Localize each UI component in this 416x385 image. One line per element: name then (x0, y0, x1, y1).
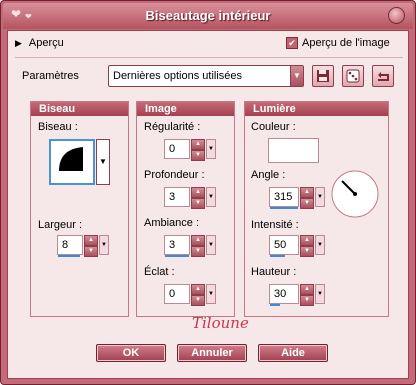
preview-toggle[interactable]: ▶ Aperçu (15, 35, 64, 51)
angle-value: 315 (274, 191, 293, 203)
width-field[interactable]: 8 (57, 235, 83, 257)
smoothness-dropdown[interactable]: ▼ (206, 139, 216, 159)
presets-value: Dernières options utilisées (113, 70, 243, 82)
width-dropdown[interactable]: ▼ (99, 235, 109, 255)
shininess-dropdown[interactable]: ▼ (206, 284, 216, 304)
light-color-label: Couleur : (251, 121, 296, 133)
floppy-disk-icon (317, 70, 329, 82)
dialog-window: ❤ ❤ Biseautage intérieur ▶ Aperçu ✔ Aper… (0, 0, 416, 385)
checkbox-checked-icon[interactable]: ✔ (286, 37, 298, 49)
divider (15, 57, 403, 58)
depth-dropdown[interactable]: ▼ (206, 187, 216, 207)
smoothness-updown[interactable]: ▲ ▼ (191, 139, 205, 161)
shininess-updown[interactable]: ▲ ▼ (191, 284, 205, 306)
width-level-bar (58, 255, 80, 257)
intensity-label: Intensité : (251, 219, 299, 231)
chevron-down-icon[interactable]: ▼ (290, 66, 303, 86)
help-button[interactable]: Aide (258, 344, 328, 362)
bevel-group: Biseau (30, 101, 129, 317)
presets-label: Paramètres (22, 70, 79, 82)
smoothness-field[interactable]: 0 (164, 139, 190, 159)
signature-watermark: Tiloune (192, 314, 249, 332)
smoothness-spinner[interactable]: 0 ▲ ▼ ▼ (164, 139, 216, 161)
window-title: Biseautage intérieur (145, 8, 271, 23)
bevel-group-heading: Biseau (31, 102, 128, 116)
ok-button[interactable]: OK (96, 344, 166, 362)
expand-arrow-icon[interactable]: ▶ (15, 38, 22, 49)
elevation-updown[interactable]: ▲ ▼ (300, 284, 314, 306)
title-bar[interactable]: ❤ ❤ Biseautage intérieur (3, 3, 413, 29)
bevel-label: Biseau : (38, 121, 78, 133)
randomize-button[interactable] (342, 65, 364, 87)
ambience-field[interactable]: 3 (164, 235, 190, 257)
smoothness-label: Régularité : (144, 121, 201, 133)
bevel-dropdown-arrow[interactable]: ▼ (96, 139, 110, 185)
image-group-heading: Image (137, 102, 234, 116)
ambience-spinner[interactable]: 3 ▲ ▼ ▼ (164, 235, 216, 257)
intensity-value: 50 (274, 239, 287, 251)
ambience-updown[interactable]: ▲ ▼ (191, 235, 205, 257)
light-group-heading: Lumière (245, 102, 388, 116)
angle-label: Angle : (251, 169, 286, 181)
shininess-value: 0 (169, 288, 176, 300)
bevel-shape-icon (59, 147, 83, 171)
angle-spinner[interactable]: 315 ▲ ▼ ▼ (269, 187, 325, 209)
depth-value: 3 (169, 191, 176, 203)
ambience-value: 3 (169, 239, 176, 251)
ambience-dropdown[interactable]: ▼ (206, 235, 216, 255)
width-spinner[interactable]: 8 ▲ ▼ ▼ (57, 235, 109, 257)
ambience-level-bar (165, 255, 189, 257)
bevel-shape-picker[interactable] (49, 139, 95, 185)
shininess-field[interactable]: 0 (164, 284, 190, 304)
width-updown[interactable]: ▲ ▼ (84, 235, 98, 257)
elevation-spinner[interactable]: 30 ▲ ▼ ▼ (269, 284, 325, 306)
intensity-level-bar (270, 255, 285, 257)
elevation-level-bar (270, 304, 280, 306)
close-button[interactable] (388, 7, 405, 24)
smoothness-value: 0 (169, 143, 176, 155)
elevation-field[interactable]: 30 (269, 284, 299, 306)
reset-arrow-icon (378, 72, 389, 81)
depth-updown[interactable]: ▲ ▼ (191, 187, 205, 209)
show-image-checkbox[interactable]: ✔ Aperçu de l'image (286, 35, 390, 51)
angle-updown[interactable]: ▲ ▼ (300, 187, 314, 209)
depth-field[interactable]: 3 (164, 187, 190, 207)
intensity-field[interactable]: 50 (269, 235, 299, 257)
reset-button[interactable] (372, 65, 394, 87)
elevation-dropdown[interactable]: ▼ (315, 284, 325, 304)
shininess-spinner[interactable]: 0 ▲ ▼ ▼ (164, 284, 216, 306)
angle-dial[interactable] (330, 169, 380, 219)
angle-dial-icon (331, 170, 379, 218)
ambience-label: Ambiance : (144, 217, 200, 229)
angle-field[interactable]: 315 (269, 187, 299, 209)
depth-spinner[interactable]: 3 ▲ ▼ ▼ (164, 187, 216, 209)
presets-select[interactable]: Dernières options utilisées ▼ (108, 65, 304, 87)
intensity-spinner[interactable]: 50 ▲ ▼ ▼ (269, 235, 325, 257)
intensity-dropdown[interactable]: ▼ (315, 235, 325, 255)
elevation-label: Hauteur : (251, 266, 297, 278)
intensity-updown[interactable]: ▲ ▼ (300, 235, 314, 257)
angle-dropdown[interactable]: ▼ (315, 187, 325, 207)
dice-icon (346, 69, 360, 83)
cancel-button[interactable]: Annuler (177, 344, 247, 362)
elevation-value: 30 (274, 288, 287, 300)
depth-label: Profondeur : (144, 169, 205, 181)
width-label: Largeur : (38, 219, 83, 231)
preview-label: Aperçu (28, 37, 64, 49)
save-preset-button[interactable] (312, 65, 334, 87)
angle-level-bar (270, 207, 298, 209)
width-value: 8 (62, 239, 69, 251)
shininess-label: Éclat : (144, 266, 175, 278)
light-color-swatch[interactable] (268, 138, 319, 163)
show-image-label: Aperçu de l'image (302, 37, 390, 49)
